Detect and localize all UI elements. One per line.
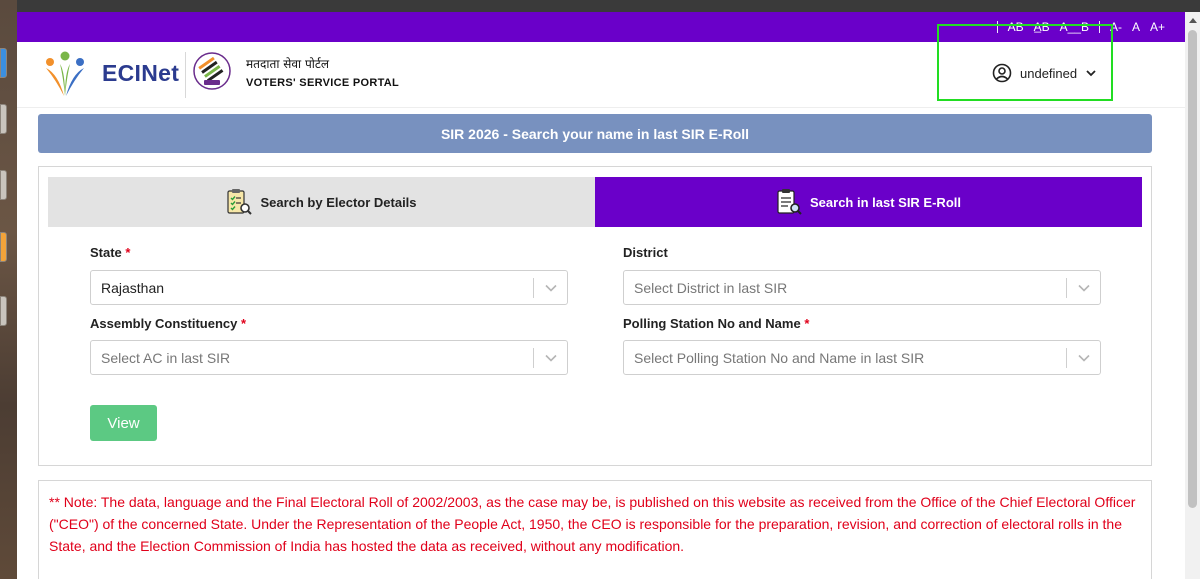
desktop-tab[interactable] (0, 296, 7, 326)
polling-station-label: Polling Station No and Name * (623, 316, 809, 331)
state-label: State * (90, 245, 130, 260)
portal-name-english: VOTERS' SERVICE PORTAL (246, 77, 400, 89)
required-mark: * (241, 316, 247, 331)
font-increase-button[interactable]: A+ (1150, 20, 1165, 34)
eci-emblem-icon (193, 52, 231, 90)
desktop-tab[interactable] (0, 232, 7, 262)
state-select[interactable]: Rajasthan (90, 270, 568, 305)
scroll-thumb[interactable] (1188, 30, 1197, 508)
window-top-edge (17, 0, 1200, 12)
page-scrollbar[interactable] (1185, 12, 1200, 579)
chevron-down-icon[interactable] (533, 348, 567, 368)
checklist-search-icon (227, 189, 253, 215)
state-select-value: Rajasthan (101, 279, 165, 296)
label-text: Polling Station No and Name (623, 316, 801, 331)
user-name: undefined (1020, 65, 1078, 81)
brand-name[interactable]: ECINet (102, 60, 179, 87)
font-reset-button[interactable]: A (1132, 20, 1140, 34)
chevron-down-icon (1086, 70, 1096, 77)
header-divider (185, 52, 186, 98)
view-button[interactable]: View (90, 405, 157, 441)
scroll-up-arrow-icon[interactable] (1189, 18, 1197, 23)
document-search-icon (777, 189, 802, 215)
chevron-down-icon[interactable] (1066, 348, 1100, 368)
tab-search-by-elector-details[interactable]: Search by Elector Details (48, 177, 595, 227)
disclaimer-note: ** Note: The data, language and the Fina… (38, 480, 1152, 579)
ac-select[interactable]: Select AC in last SIR (90, 340, 568, 375)
polling-station-select-placeholder: Select Polling Station No and Name in la… (634, 349, 925, 366)
label-text: Assembly Constituency (90, 316, 238, 331)
district-select[interactable]: Select District in last SIR (623, 270, 1101, 305)
required-mark: * (804, 316, 810, 331)
polling-station-select[interactable]: Select Polling Station No and Name in la… (623, 340, 1101, 375)
desktop-tab[interactable] (0, 48, 7, 78)
desktop-tab[interactable] (0, 170, 7, 200)
desktop-edge (0, 0, 17, 579)
portal-name-hindi: मतदाता सेवा पोर्टल (246, 57, 330, 71)
search-tabs: Search by Elector Details Search in last… (48, 177, 1142, 227)
required-mark: * (125, 245, 131, 260)
chevron-down-icon[interactable] (1066, 278, 1100, 298)
tab-label: Search by Elector Details (260, 194, 417, 210)
desktop-tab[interactable] (0, 104, 7, 134)
label-text: District (623, 245, 668, 260)
ac-label: Assembly Constituency * (90, 316, 246, 331)
district-label: District (623, 245, 668, 260)
user-menu-button[interactable]: undefined (992, 62, 1097, 84)
chevron-down-icon[interactable] (533, 278, 567, 298)
tab-search-in-last-sir-eroll[interactable]: Search in last SIR E-Roll (595, 177, 1142, 227)
search-panel: Search by Elector Details Search in last… (38, 166, 1152, 466)
site-header: ECINet मतदाता सेवा पोर्टल VOTERS' SERVIC… (17, 24, 1185, 108)
district-select-placeholder: Select District in last SIR (634, 279, 788, 296)
label-text: State (90, 245, 122, 260)
note-text: ** Note: The data, language and the Fina… (49, 494, 1136, 554)
tab-label: Search in last SIR E-Roll (810, 194, 961, 210)
ac-select-placeholder: Select AC in last SIR (101, 349, 231, 366)
ecinet-logo-icon[interactable] (42, 50, 88, 98)
page-banner: SIR 2026 - Search your name in last SIR … (38, 114, 1152, 153)
user-circle-icon (992, 63, 1012, 83)
